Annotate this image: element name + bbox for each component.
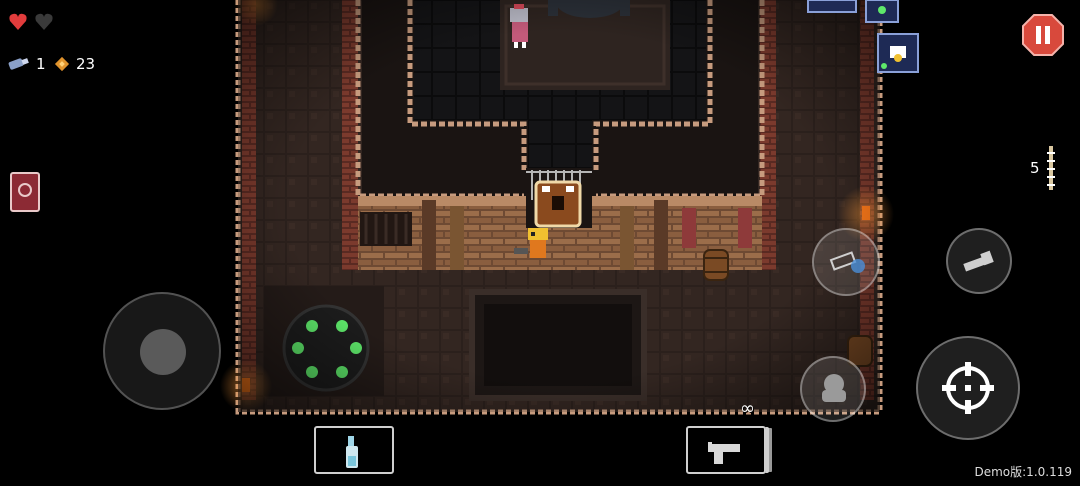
shell-currency-icon [54,56,70,72]
movement-joystick[interactable] [103,292,221,410]
minimap[interactable] [806,0,922,76]
active-item-slot[interactable] [314,426,394,474]
joystick-knob[interactable] [140,329,186,375]
use-item-button[interactable] [946,228,1012,294]
ammo-count: 5 [1030,159,1040,177]
map-book-button[interactable] [10,172,40,212]
ammo-indicator: 5 [1030,146,1062,190]
blank-icon [8,58,29,70]
map-book-icon [10,172,40,212]
dodge-roll-icon [822,374,846,402]
blanks-count: 1 [36,55,46,73]
key-icon [963,250,994,272]
interact-icon [829,251,865,273]
heart-icon [9,13,27,31]
fire-button[interactable] [916,336,1020,440]
version-label: Demo版:1.0.119 [974,465,1072,479]
gun-slot[interactable] [686,426,766,474]
ammo-clip-icon [1046,146,1055,190]
bottle-icon [346,436,358,468]
minimap-icon [807,0,919,73]
crosshair-icon [942,362,994,414]
pause-button[interactable] [1022,14,1064,56]
infinite-ammo-label: ∞ [740,398,755,419]
shells-count: 23 [76,55,96,73]
health-hearts [8,12,64,32]
interact-button[interactable] [812,228,880,296]
pause-icon [1022,14,1064,56]
starter-pistol-icon [708,442,740,464]
blanks-counter: 1 [8,54,46,74]
dodge-roll-button[interactable] [800,356,866,422]
shells-counter: 23 [54,54,95,74]
heart-icon [35,13,53,31]
